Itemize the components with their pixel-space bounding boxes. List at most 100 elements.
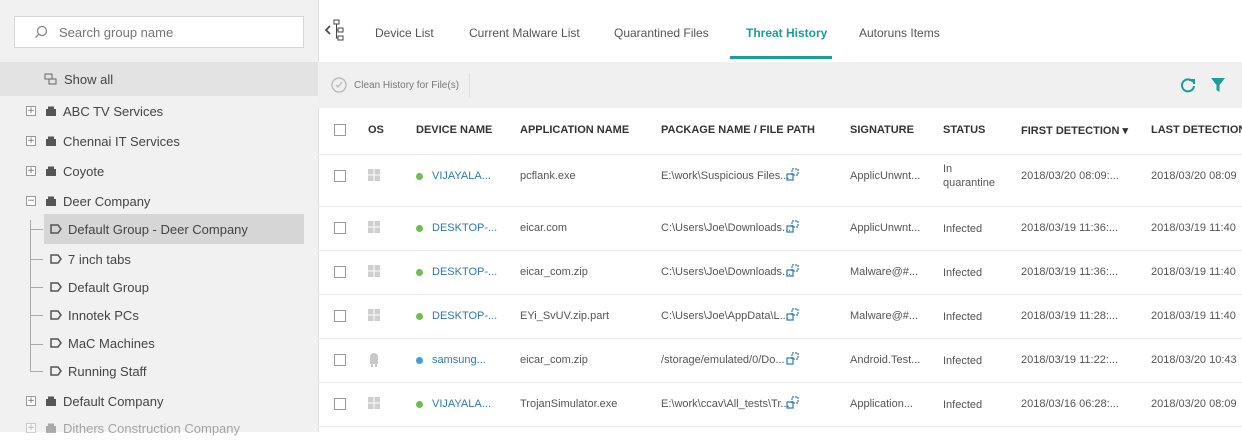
- tree-label: Default Company: [63, 393, 164, 409]
- tree-group-default-deer[interactable]: Default Group - Deer Company: [44, 214, 304, 244]
- tree-label: Coyote: [63, 163, 105, 179]
- table-row[interactable]: VIJAYALA... pcflank.exe E:\work\Suspicious…: [318, 154, 1242, 207]
- tree-group-default[interactable]: Default Group: [50, 275, 149, 299]
- tree-connector: [31, 287, 43, 288]
- device-name-link[interactable]: samsung...: [416, 354, 486, 366]
- first-detection: 2018/03/19 11:36:...: [1021, 222, 1119, 234]
- main-panel: Device List Current Malware List Quarant…: [318, 0, 1242, 432]
- search-box[interactable]: [14, 16, 304, 48]
- row-checkbox[interactable]: [334, 266, 346, 278]
- group-tag-icon: [50, 282, 62, 292]
- tree-company-abc-tv[interactable]: + ABC TV Services: [26, 99, 163, 123]
- show-all-button[interactable]: Show all: [0, 62, 318, 96]
- row-checkbox[interactable]: [334, 222, 346, 234]
- device-name-link[interactable]: VIJAYALA...: [416, 170, 491, 182]
- tab-current-malware-list[interactable]: Current Malware List: [469, 26, 580, 40]
- os-cell: [368, 309, 380, 324]
- os-cell: [368, 169, 380, 184]
- row-checkbox[interactable]: [334, 310, 346, 322]
- first-detection: 2018/03/19 11:36:...: [1021, 266, 1119, 278]
- open-path-icon[interactable]: [786, 308, 800, 322]
- application-name: eicar_com.zip: [520, 266, 588, 278]
- tree-company-chennai[interactable]: + Chennai IT Services: [26, 129, 180, 153]
- select-all-checkbox[interactable]: [334, 124, 346, 136]
- collapse-tree-icon[interactable]: [324, 18, 346, 42]
- open-path-icon[interactable]: [786, 168, 800, 182]
- tree-connector: [31, 229, 43, 230]
- refresh-icon[interactable]: [1179, 76, 1197, 94]
- group-tag-icon: [50, 338, 62, 348]
- device-name-link[interactable]: DESKTOP-...: [416, 222, 497, 234]
- os-cell: [368, 265, 380, 280]
- tree-group-7-inch-tabs[interactable]: 7 inch tabs: [50, 247, 131, 271]
- collapse-icon[interactable]: −: [26, 196, 36, 206]
- expand-icon[interactable]: +: [26, 136, 36, 146]
- file-path: C:\Users\Joe\AppData\L...: [661, 310, 789, 322]
- table-row[interactable]: DESKTOP-... EYi_SvUV.zip.part C:\Users\Joe…: [318, 294, 1242, 339]
- company-icon: [46, 136, 56, 146]
- os-cell: [368, 221, 380, 236]
- open-path-icon[interactable]: [786, 220, 800, 234]
- last-detection: 2018/03/20 08:09: [1151, 398, 1237, 410]
- row-checkbox[interactable]: [334, 170, 346, 182]
- table-row[interactable]: DESKTOP-... eicar.com C:\Users\Joe\Downloa…: [318, 206, 1242, 251]
- tree-company-coyote[interactable]: + Coyote: [26, 159, 104, 183]
- windows-icon: [368, 397, 380, 409]
- tree-label: Deer Company: [63, 193, 151, 209]
- tree-company-default[interactable]: + Default Company: [26, 389, 163, 413]
- device-name: DESKTOP-...: [432, 266, 498, 278]
- file-path: E:\work\ccav\All_tests\Tr...: [661, 398, 790, 410]
- device-name-link[interactable]: VIJAYALA...: [416, 398, 491, 410]
- table-row[interactable]: DESKTOP-... eicar_com.zip C:\Users\Joe\Dow…: [318, 250, 1242, 295]
- tree-label: Running Staff: [68, 363, 147, 379]
- tree-group-running-staff[interactable]: Running Staff: [50, 359, 147, 383]
- column-header-signature[interactable]: SIGNATURE: [850, 124, 914, 136]
- table-row[interactable]: VIJAYALA... TrojanSimulator.exe E:\work\cc…: [318, 382, 1242, 427]
- group-tag-icon: [50, 254, 62, 264]
- first-detection: 2018/03/19 11:28:...: [1021, 310, 1119, 322]
- toolbar: Clean History for File(s): [318, 62, 1242, 108]
- tab-threat-history[interactable]: Threat History: [746, 26, 827, 40]
- clean-history-button[interactable]: Clean History for File(s): [330, 73, 471, 97]
- device-name-link[interactable]: DESKTOP-...: [416, 266, 497, 278]
- row-checkbox[interactable]: [334, 354, 346, 366]
- tree-group-mac-machines[interactable]: MaC Machines: [50, 331, 155, 355]
- status: In quarantine: [943, 163, 995, 189]
- active-tab-indicator: [730, 56, 832, 59]
- tree-label: 7 inch tabs: [68, 251, 131, 267]
- expand-icon[interactable]: +: [26, 166, 36, 176]
- table-row[interactable]: samsung... eicar_com.zip/storage/emulated…: [318, 338, 1242, 383]
- row-checkbox[interactable]: [334, 398, 346, 410]
- tree-company-deer[interactable]: − Deer Company: [26, 189, 150, 213]
- file-path: C:\Users\Joe\Downloads...: [661, 222, 792, 234]
- expand-icon[interactable]: +: [26, 106, 36, 116]
- device-name-link[interactable]: DESKTOP-...: [416, 310, 497, 322]
- device-name: DESKTOP-...: [432, 310, 498, 322]
- online-status-dot: [416, 224, 423, 232]
- column-header-package-path[interactable]: PACKAGE NAME / FILE PATH: [661, 124, 815, 136]
- tab-device-list[interactable]: Device List: [375, 26, 434, 40]
- groups-icon: [44, 73, 57, 85]
- column-header-device-name[interactable]: DEVICE NAME: [416, 124, 492, 136]
- expand-icon[interactable]: +: [26, 396, 36, 406]
- open-path-icon[interactable]: [786, 264, 800, 278]
- search-input[interactable]: [57, 23, 301, 41]
- filter-icon[interactable]: [1209, 76, 1227, 94]
- first-detection: 2018/03/16 06:28:...: [1021, 398, 1119, 410]
- status: Infected: [943, 267, 983, 279]
- column-header-application-name[interactable]: APPLICATION NAME: [520, 124, 629, 136]
- column-header-first-detection[interactable]: FIRST DETECTION ▾: [1021, 124, 1128, 137]
- signature: Application...: [850, 398, 913, 410]
- column-header-status[interactable]: STATUS: [943, 124, 985, 136]
- open-path-icon[interactable]: [786, 396, 800, 410]
- company-icon: [46, 166, 56, 176]
- status: Infected: [943, 399, 983, 411]
- tab-autoruns-items[interactable]: Autoruns Items: [859, 26, 940, 40]
- column-header-last-detection[interactable]: LAST DETECTION: [1151, 124, 1242, 136]
- column-header-os[interactable]: OS: [368, 124, 384, 136]
- application-name: pcflank.exe: [520, 170, 576, 182]
- tree-company-dithers[interactable]: + Dithers Construction Company: [26, 416, 240, 440]
- tree-group-innotek[interactable]: Innotek PCs: [50, 303, 139, 327]
- open-path-icon[interactable]: [786, 352, 800, 366]
- tab-quarantined-files[interactable]: Quarantined Files: [614, 26, 709, 40]
